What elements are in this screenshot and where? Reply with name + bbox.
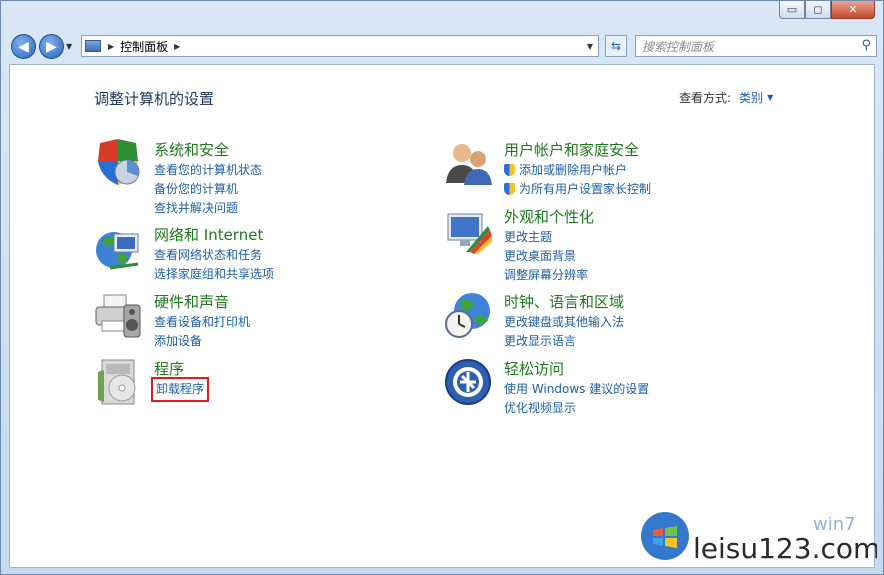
appearance-icon bbox=[447, 213, 492, 254]
caption-buttons: ▭ ◻ ✕ bbox=[779, 1, 875, 21]
recent-pages-dropdown-icon[interactable]: ▼ bbox=[66, 42, 72, 51]
refresh-icon: ⇆ bbox=[610, 39, 622, 53]
breadcrumb-arrow-icon[interactable]: ▶ bbox=[108, 42, 114, 51]
control-panel-icon bbox=[85, 40, 101, 52]
main-content: 调整计算机的设置 查看方式: 类别 ▼ 系统和安全 查看您的计算机状态 备份您的计算… bbox=[9, 64, 875, 568]
user-accounts-icon bbox=[446, 144, 492, 185]
breadcrumb-arrow-icon[interactable]: ▶ bbox=[174, 42, 180, 51]
maximize-button[interactable]: ◻ bbox=[805, 1, 831, 19]
category-link[interactable]: 更改主题 bbox=[504, 228, 588, 247]
address-bar[interactable]: ▶ 控制面板 ▶ ▼ bbox=[81, 35, 599, 57]
page-title: 调整计算机的设置 bbox=[94, 90, 215, 108]
category-link[interactable]: 添加或删除用户帐户 bbox=[504, 161, 651, 180]
system-security-icon bbox=[98, 139, 140, 185]
category-title[interactable]: 网络和 Internet bbox=[154, 224, 263, 245]
category-link[interactable]: 使用 Windows 建议的设置 bbox=[504, 380, 649, 399]
view-mode: 查看方式: 类别 ▼ bbox=[679, 89, 773, 106]
back-button[interactable]: ◀ bbox=[11, 34, 36, 59]
clock-language-icon bbox=[445, 293, 490, 338]
category-title[interactable]: 系统和安全 bbox=[154, 139, 229, 160]
watermark-logo: win7 leisu123.com bbox=[641, 512, 877, 565]
breadcrumb-control-panel[interactable]: 控制面板 bbox=[120, 38, 168, 55]
hardware-sound-icon bbox=[95, 294, 141, 338]
category-link[interactable]: 优化视频显示 bbox=[504, 399, 649, 418]
watermark-text: leisu123.com bbox=[693, 532, 877, 565]
category-title[interactable]: 轻松访问 bbox=[504, 358, 564, 379]
category-link[interactable]: 查看设备和打印机 bbox=[154, 313, 250, 332]
category-title[interactable]: 外观和个性化 bbox=[504, 206, 594, 227]
search-input[interactable] bbox=[640, 37, 844, 57]
category-link[interactable]: 调整屏幕分辨率 bbox=[504, 266, 588, 285]
close-button[interactable]: ✕ bbox=[831, 1, 875, 19]
category-link[interactable]: 备份您的计算机 bbox=[154, 180, 262, 199]
refresh-button[interactable]: ⇆ bbox=[605, 35, 627, 57]
uac-shield-icon bbox=[504, 183, 515, 195]
category-link[interactable]: 选择家庭组和共享选项 bbox=[154, 265, 274, 284]
view-mode-select[interactable]: 类别 bbox=[739, 91, 763, 105]
category-link[interactable]: 更改桌面背景 bbox=[504, 247, 588, 266]
forward-button[interactable]: ▶ bbox=[39, 34, 64, 59]
view-mode-label: 查看方式: bbox=[679, 91, 732, 105]
control-panel-window: ▭ ◻ ✕ ◀ ▶ ▼ ▶ 控制面板 ▶ ▼ ⇆ ⚲ 调整计算机的设置 查看方式… bbox=[0, 0, 884, 575]
chevron-down-icon[interactable]: ▼ bbox=[767, 93, 773, 102]
navigation-bar: ◀ ▶ ▼ ▶ 控制面板 ▶ ▼ ⇆ ⚲ bbox=[9, 33, 877, 61]
address-dropdown-icon[interactable]: ▼ bbox=[587, 42, 593, 51]
category-title[interactable]: 用户帐户和家庭安全 bbox=[504, 139, 639, 160]
uninstall-program-link[interactable]: 卸载程序 bbox=[150, 377, 210, 402]
category-title[interactable]: 时钟、语言和区域 bbox=[504, 291, 624, 312]
network-internet-icon bbox=[96, 232, 139, 270]
category-link[interactable]: 添加设备 bbox=[154, 332, 250, 351]
search-icon[interactable]: ⚲ bbox=[861, 38, 871, 53]
category-link[interactable]: 为所有用户设置家长控制 bbox=[504, 180, 651, 199]
category-title[interactable]: 硬件和声音 bbox=[154, 291, 229, 312]
category-link[interactable]: 查看您的计算机状态 bbox=[154, 161, 262, 180]
ease-of-access-icon bbox=[445, 359, 491, 405]
programs-icon bbox=[98, 359, 136, 405]
category-link[interactable]: 查看网络状态和任务 bbox=[154, 246, 274, 265]
category-link[interactable]: 更改显示语言 bbox=[504, 332, 624, 351]
category-link[interactable]: 更改键盘或其他输入法 bbox=[504, 313, 624, 332]
search-box[interactable]: ⚲ bbox=[635, 35, 877, 57]
minimize-button[interactable]: ▭ bbox=[779, 1, 805, 19]
category-title[interactable]: 程序 bbox=[154, 358, 184, 379]
uac-shield-icon bbox=[504, 164, 515, 176]
category-link[interactable]: 查找并解决问题 bbox=[154, 199, 262, 218]
